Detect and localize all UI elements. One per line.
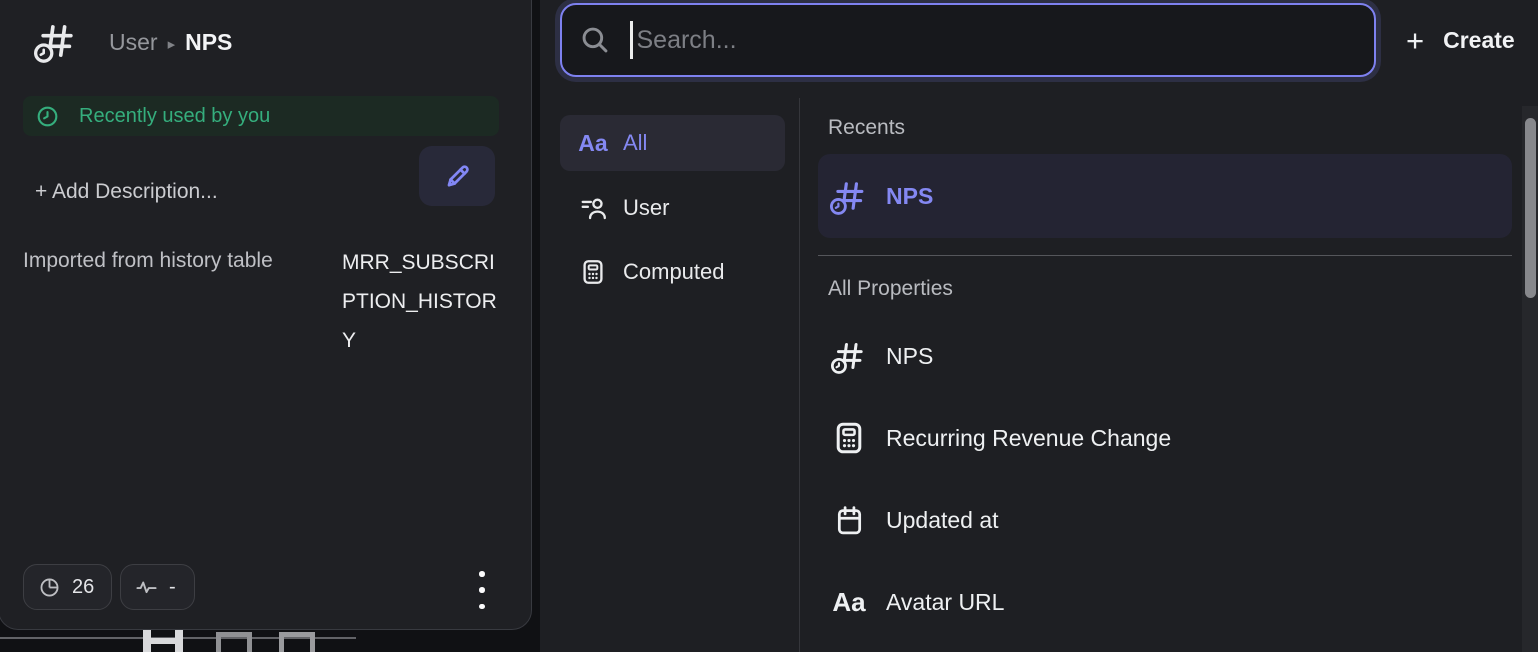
trend-button[interactable]: - — [120, 564, 195, 610]
recent-item-label: NPS — [886, 183, 933, 210]
tab-all-label: All — [623, 130, 647, 156]
tab-user[interactable]: User — [560, 180, 785, 236]
property-search-modal: + Create Aa All User Computed Recents NP… — [540, 0, 1538, 652]
pencil-icon — [441, 160, 474, 193]
pie-chart-icon — [38, 576, 61, 599]
text-aa-icon: Aa — [830, 587, 868, 618]
trend-value: - — [169, 576, 176, 599]
scrollbar-thumb[interactable] — [1525, 118, 1536, 298]
background-toolbar-icon — [216, 632, 252, 652]
search-icon — [579, 24, 611, 56]
breadcrumb: User ▸ NPS — [109, 29, 232, 56]
background-toolbar-icon — [143, 629, 183, 652]
event-count-value: 26 — [72, 576, 94, 599]
background-toolbar-icon — [279, 632, 315, 652]
section-title-recents: Recents — [828, 116, 905, 140]
property-item-updated-at[interactable]: Updated at — [818, 479, 1512, 561]
plus-icon: + — [1406, 25, 1424, 56]
kebab-menu-icon — [479, 571, 485, 577]
property-item-label: Updated at — [886, 507, 999, 534]
import-info-label: Imported from history table — [23, 249, 342, 360]
chevron-right-icon: ▸ — [168, 35, 176, 53]
search-box — [560, 3, 1376, 77]
tab-computed[interactable]: Computed — [560, 244, 785, 300]
create-button-label: Create — [1443, 27, 1515, 54]
more-options-button[interactable] — [469, 569, 495, 611]
activity-pulse-icon — [135, 576, 158, 599]
property-item-avatar-url[interactable]: Aa Avatar URL — [818, 561, 1512, 643]
property-item-label: Recurring Revenue Change — [886, 425, 1171, 452]
import-info-row: Imported from history table MRR_SUBSCRIP… — [23, 249, 507, 360]
screen: User ▸ NPS Recently used by you + Add De… — [0, 0, 1538, 652]
vertical-divider — [799, 98, 800, 652]
property-item-recurring-revenue-change[interactable]: Recurring Revenue Change — [818, 397, 1512, 479]
property-item-label: Avatar URL — [886, 589, 1004, 616]
number-history-icon — [830, 177, 868, 215]
property-item-label: NPS — [886, 343, 933, 370]
scrollbar-track[interactable] — [1522, 106, 1538, 652]
edit-property-button[interactable] — [419, 146, 495, 206]
calculator-icon — [830, 420, 868, 456]
breadcrumb-current: NPS — [185, 29, 232, 56]
recently-used-badge: Recently used by you — [23, 96, 499, 136]
breadcrumb-parent[interactable]: User — [109, 29, 158, 56]
search-input[interactable] — [633, 5, 1375, 75]
tab-all[interactable]: Aa All — [560, 115, 785, 171]
section-divider — [818, 255, 1512, 256]
calendar-icon — [830, 504, 868, 537]
recently-used-label: Recently used by you — [79, 105, 270, 128]
add-description-button[interactable]: + Add Description... — [35, 180, 218, 204]
text-aa-icon: Aa — [576, 130, 610, 157]
property-header — [34, 19, 78, 63]
event-count-button[interactable]: 26 — [23, 564, 112, 610]
number-history-icon — [34, 19, 78, 63]
import-table-name: MRR_SUBSCRIPTION_HISTORY — [342, 243, 502, 360]
create-button[interactable]: + Create — [1406, 14, 1515, 66]
tab-computed-label: Computed — [623, 259, 725, 285]
section-title-all-properties: All Properties — [828, 277, 953, 301]
property-item-nps[interactable]: NPS — [818, 315, 1512, 397]
property-detail-card: User ▸ NPS Recently used by you + Add De… — [0, 0, 532, 630]
user-list-icon — [576, 194, 610, 222]
tab-user-label: User — [623, 195, 669, 221]
recent-item-nps[interactable]: NPS — [818, 154, 1512, 238]
calculator-icon — [576, 258, 610, 286]
clock-icon — [36, 105, 59, 128]
number-history-icon — [830, 338, 868, 374]
